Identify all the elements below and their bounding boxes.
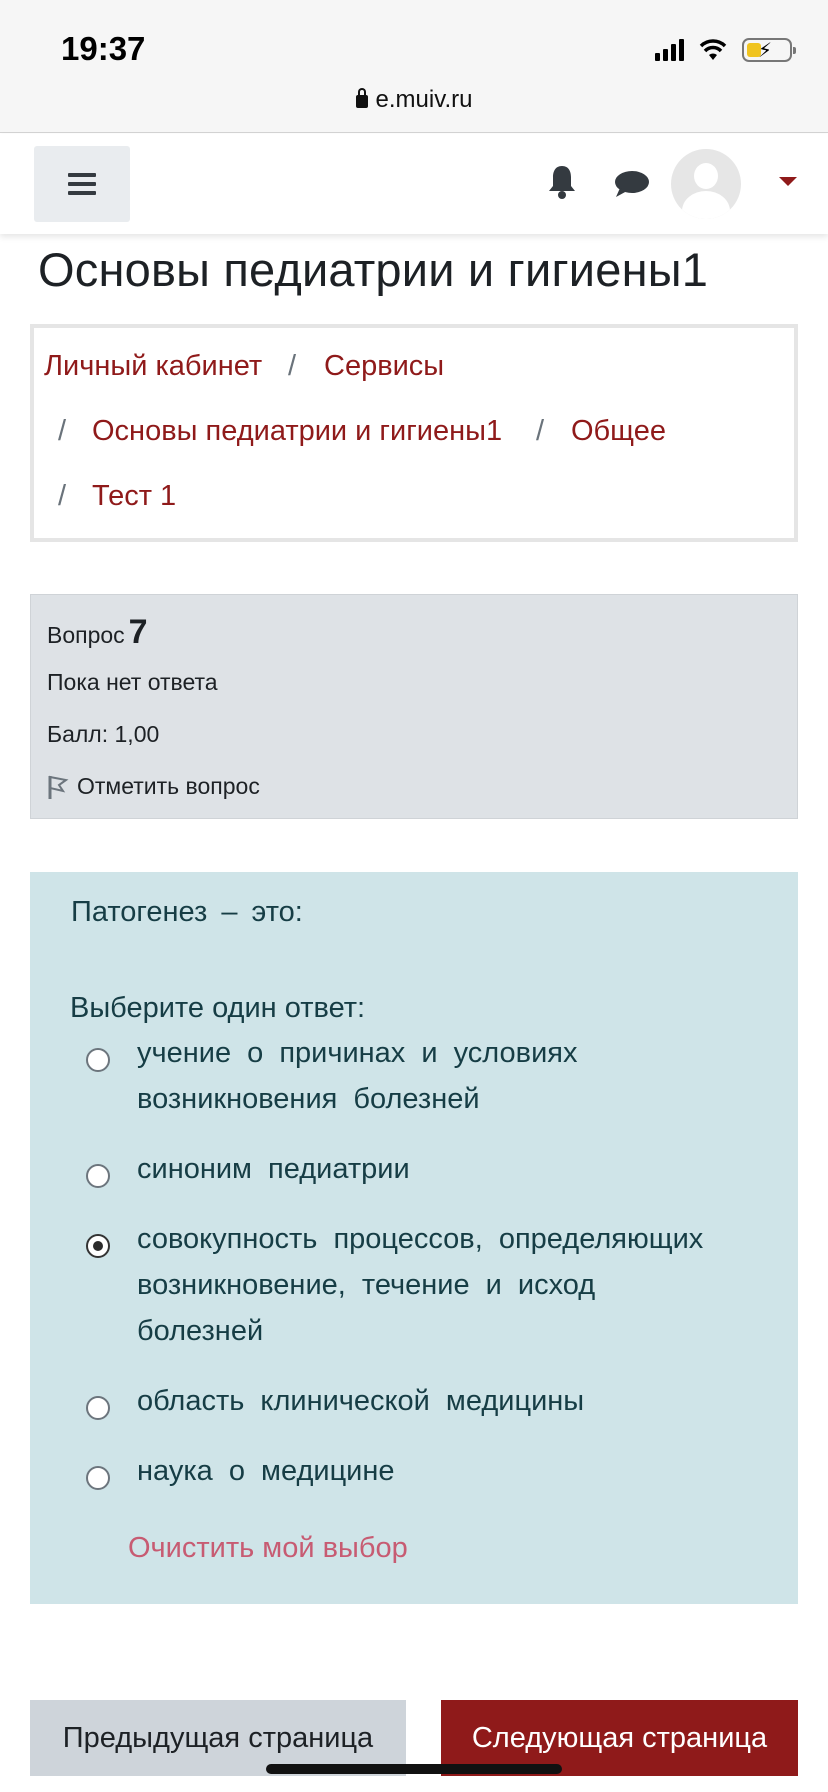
answer-option-label[interactable]: совокупность процессов, определяющих воз…	[137, 1216, 777, 1354]
address-bar[interactable]: e.muiv.ru	[0, 86, 828, 114]
top-navbar	[0, 134, 828, 234]
flag-question-label: Отметить вопрос	[77, 773, 260, 799]
status-icons: ⚡	[655, 36, 796, 64]
ios-status-bar: 19:37 ⚡ e.muiv.ru	[0, 0, 828, 133]
breadcrumb-separator: /	[58, 480, 67, 512]
url-text: e.muiv.ru	[375, 86, 473, 113]
battery-icon: ⚡	[742, 38, 796, 62]
answer-radio-selected[interactable]	[86, 1234, 110, 1258]
user-avatar[interactable]	[671, 149, 741, 219]
answer-option-label[interactable]: синоним педиатрии	[137, 1146, 777, 1192]
lock-icon	[355, 88, 368, 108]
bell-icon[interactable]	[547, 164, 577, 200]
status-time: 19:37	[61, 30, 146, 67]
breadcrumb-item-test[interactable]: Тест 1	[92, 480, 176, 513]
answer-option-label[interactable]: область клинической медицины	[137, 1378, 777, 1424]
breadcrumb-separator: /	[536, 415, 545, 447]
caret-down-icon[interactable]	[779, 177, 797, 186]
chat-bubble-icon[interactable]	[614, 170, 650, 198]
breadcrumb-item-general[interactable]: Общее	[571, 415, 666, 448]
answer-radio[interactable]	[86, 1466, 110, 1490]
breadcrumb-separator: /	[288, 350, 297, 382]
question-content: Патогенез – это: Выберите один ответ: уч…	[30, 872, 798, 1604]
question-text: Патогенез – это:	[71, 896, 303, 928]
question-number: Вопрос 7	[47, 613, 148, 651]
home-indicator	[266, 1764, 562, 1774]
flag-icon	[48, 775, 69, 799]
breadcrumb: Личный кабинет / Сервисы / Основы педиат…	[30, 324, 798, 542]
answer-option-label[interactable]: наука о медицине	[137, 1448, 777, 1494]
answer-option-label[interactable]: учение о причинах и условиях возникновен…	[137, 1030, 777, 1122]
breadcrumb-item-course[interactable]: Основы педиатрии и гигиены1	[92, 415, 502, 448]
breadcrumb-item-dashboard[interactable]: Личный кабинет	[44, 350, 262, 383]
flag-question-button[interactable]: Отметить вопрос	[47, 773, 260, 800]
answer-radio[interactable]	[86, 1048, 110, 1072]
breadcrumb-separator: /	[58, 415, 67, 447]
page-title: Основы педиатрии и гигиены1	[38, 243, 709, 296]
wifi-icon	[699, 39, 727, 60]
question-state: Пока нет ответа	[47, 669, 218, 695]
hamburger-icon[interactable]	[34, 146, 130, 222]
signal-icon	[655, 39, 684, 61]
question-grade: Балл: 1,00	[47, 721, 160, 747]
answer-radio[interactable]	[86, 1164, 110, 1188]
answer-radio[interactable]	[86, 1396, 110, 1420]
clear-choice-link[interactable]: Очистить мой выбор	[128, 1532, 408, 1565]
breadcrumb-item-services[interactable]: Сервисы	[324, 350, 444, 383]
answer-prompt: Выберите один ответ:	[70, 992, 366, 1024]
question-info: Вопрос 7 Пока нет ответа Балл: 1,00 Отмет…	[30, 594, 798, 819]
